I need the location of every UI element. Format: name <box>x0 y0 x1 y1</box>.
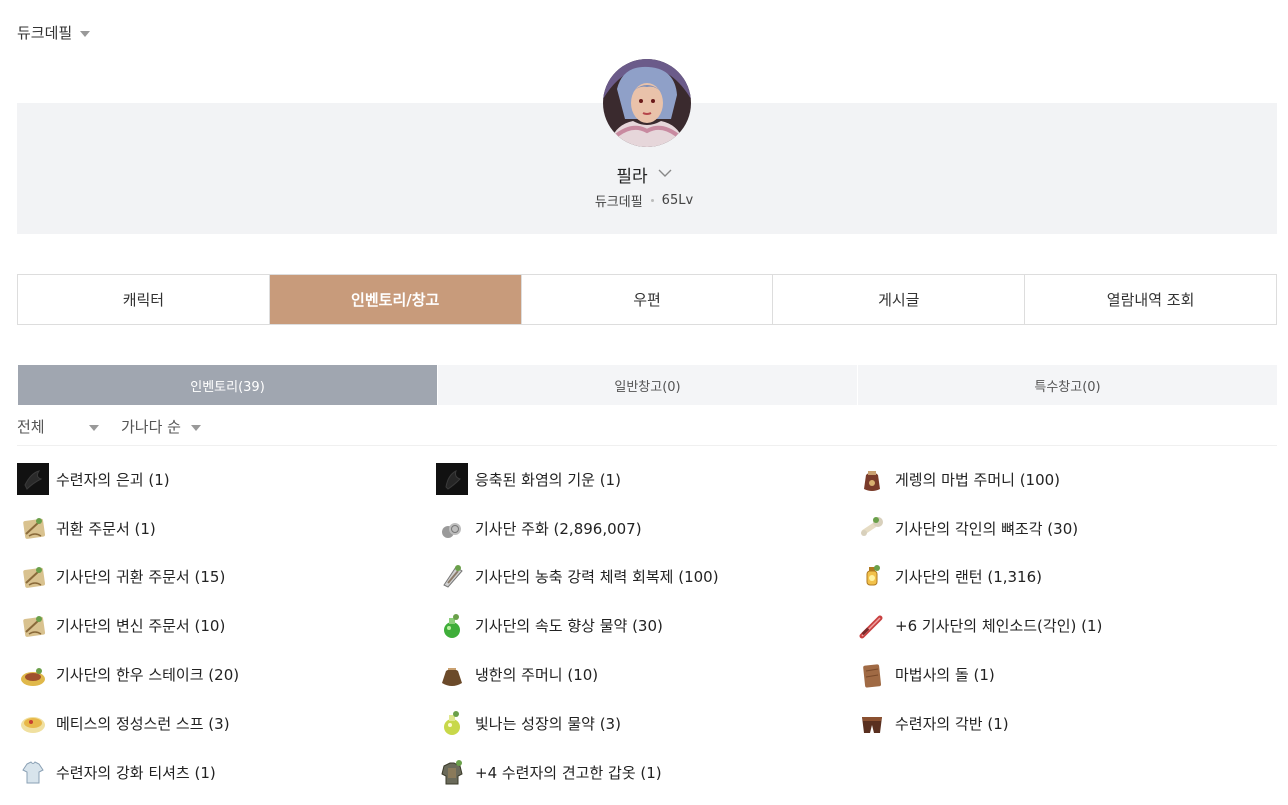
item-list: 수련자의 은괴 (1) 응축된 화염의 기운 (1) 게렝의 마법 주머니 (100… <box>17 455 1277 797</box>
soup-icon <box>17 707 49 739</box>
avatar <box>603 59 691 147</box>
pouch-icon <box>436 659 468 691</box>
sort-filter[interactable]: 가나다 순 <box>121 415 201 437</box>
scroll-icon <box>17 561 49 593</box>
scroll-icon <box>17 610 49 642</box>
subtab-special-storage[interactable]: 특수창고(0) <box>857 365 1277 405</box>
character-name: 필라 <box>616 167 648 187</box>
inventory-item-label: 기사단의 농축 강력 체력 회복제 (100) <box>475 568 719 587</box>
dark-flame-icon <box>436 463 468 496</box>
inventory-item-label: 마법사의 돌 (1) <box>895 666 995 685</box>
sort-filter-label: 가나다 순 <box>121 417 181 436</box>
dark-ingot-icon <box>17 463 49 496</box>
character-level: 65Lv <box>661 193 694 208</box>
inventory-item[interactable]: 빛나는 성장의 물약 (3) <box>436 699 856 748</box>
inventory-item-label: 귀환 주문서 (1) <box>56 519 156 538</box>
inventory-item-label: 냉한의 주머니 (10) <box>475 666 599 685</box>
tab-inventory-storage[interactable]: 인벤토리/창고 <box>269 275 522 324</box>
inventory-item-label: 수련자의 은괴 (1) <box>56 470 170 489</box>
inventory-item[interactable]: 냉한의 주머니 (10) <box>436 650 856 699</box>
inventory-item-label: 수련자의 강화 티셔츠 (1) <box>56 763 216 782</box>
inventory-item-label: 응축된 화염의 기운 (1) <box>475 470 621 489</box>
inventory-item[interactable]: 수련자의 강화 티셔츠 (1) <box>17 748 436 797</box>
inventory-item-label: 메티스의 정성스런 스프 (3) <box>56 714 230 733</box>
stone-icon <box>856 659 888 691</box>
character-meta: 듀크데필 65Lv <box>0 191 1288 210</box>
inventory-item-label: 기사단의 각인의 뼈조각 (30) <box>895 519 1079 538</box>
character-server: 듀크데필 <box>594 195 643 210</box>
scroll-icon <box>17 512 49 544</box>
separator-dot <box>650 199 654 202</box>
potion-vial-icon <box>436 561 468 593</box>
tshirt-icon <box>17 756 49 788</box>
inventory-item-label: +4 수련자의 견고한 갑옷 (1) <box>475 763 662 782</box>
greaves-icon <box>856 707 888 739</box>
tab-posts[interactable]: 게시글 <box>773 275 1026 324</box>
inventory-item-label: 기사단의 한우 스테이크 (20) <box>56 666 240 685</box>
character-name-toggle[interactable]: 필라 <box>0 162 1288 187</box>
tab-view-history[interactable]: 열람내역 조회 <box>1025 275 1276 324</box>
inventory-item-label: 기사단의 변신 주문서 (10) <box>56 617 226 636</box>
inventory-item[interactable]: 기사단의 각인의 뼈조각 (30) <box>856 504 1277 553</box>
inventory-item[interactable]: 기사단의 변신 주문서 (10) <box>17 601 436 650</box>
inventory-item[interactable]: 수련자의 각반 (1) <box>856 699 1277 748</box>
tab-mail[interactable]: 우편 <box>522 275 774 324</box>
category-filter-label: 전체 <box>17 417 45 436</box>
chevron-down-icon <box>658 167 672 182</box>
inventory-item[interactable]: 귀환 주문서 (1) <box>17 504 436 553</box>
steak-icon <box>17 659 49 691</box>
green-potion-icon <box>436 610 468 642</box>
category-filter[interactable]: 전체 <box>17 415 99 437</box>
inventory-item-label: 기사단의 귀환 주문서 (15) <box>56 568 226 587</box>
divider <box>17 445 1277 446</box>
subtab-general-storage[interactable]: 일반창고(0) <box>437 365 857 405</box>
chainsword-icon <box>856 610 888 642</box>
armor-icon <box>436 756 468 788</box>
lantern-icon <box>856 561 888 593</box>
caret-down-icon <box>80 31 91 37</box>
inventory-item[interactable]: 기사단의 농축 강력 체력 회복제 (100) <box>436 553 856 602</box>
inventory-item[interactable]: +6 기사단의 체인소드(각인) (1) <box>856 601 1277 650</box>
tab-character[interactable]: 캐릭터 <box>18 275 270 324</box>
inventory-item[interactable]: 메티스의 정성스런 스프 (3) <box>17 699 436 748</box>
coins-icon <box>436 512 468 544</box>
inventory-item[interactable]: 수련자의 은괴 (1) <box>17 455 436 504</box>
inventory-item-label: 기사단 주화 (2,896,007) <box>475 519 642 538</box>
inventory-item-label: 기사단의 랜턴 (1,316) <box>895 568 1042 587</box>
inventory-item-label: 게렝의 마법 주머니 (100) <box>895 470 1061 489</box>
inventory-item-label: 기사단의 속도 향상 물약 (30) <box>475 617 663 636</box>
inventory-item[interactable]: 게렝의 마법 주머니 (100) <box>856 455 1277 504</box>
inventory-item[interactable]: +4 수련자의 견고한 갑옷 (1) <box>436 748 856 797</box>
caret-down-icon <box>190 424 201 431</box>
inventory-item[interactable]: 응축된 화염의 기운 (1) <box>436 455 856 504</box>
inventory-item[interactable]: 기사단의 귀환 주문서 (15) <box>17 553 436 602</box>
sub-tabs: 인벤토리(39) 일반창고(0) 특수창고(0) <box>17 365 1277 405</box>
glowing-potion-icon <box>436 707 468 739</box>
inventory-item[interactable]: 기사단의 속도 향상 물약 (30) <box>436 601 856 650</box>
subtab-inventory[interactable]: 인벤토리(39) <box>17 365 437 405</box>
main-tabs: 캐릭터 인벤토리/창고 우편 게시글 열람내역 조회 <box>17 274 1277 325</box>
caret-down-icon <box>89 424 99 431</box>
server-select-label: 듀크데필 <box>17 24 73 42</box>
inventory-item-label: 수련자의 각반 (1) <box>895 714 1009 733</box>
inventory-item[interactable]: 기사단의 한우 스테이크 (20) <box>17 650 436 699</box>
inventory-item[interactable]: 마법사의 돌 (1) <box>856 650 1277 699</box>
filter-bar: 전체 가나다 순 <box>17 415 201 437</box>
inventory-item[interactable]: 기사단의 랜턴 (1,316) <box>856 553 1277 602</box>
inventory-item-label: 빛나는 성장의 물약 (3) <box>475 714 621 733</box>
inventory-item[interactable]: 기사단 주화 (2,896,007) <box>436 504 856 553</box>
inventory-item-label: +6 기사단의 체인소드(각인) (1) <box>895 617 1103 636</box>
server-select[interactable]: 듀크데필 <box>17 22 91 43</box>
bone-icon <box>856 512 888 544</box>
magic-pouch-icon <box>856 463 888 495</box>
